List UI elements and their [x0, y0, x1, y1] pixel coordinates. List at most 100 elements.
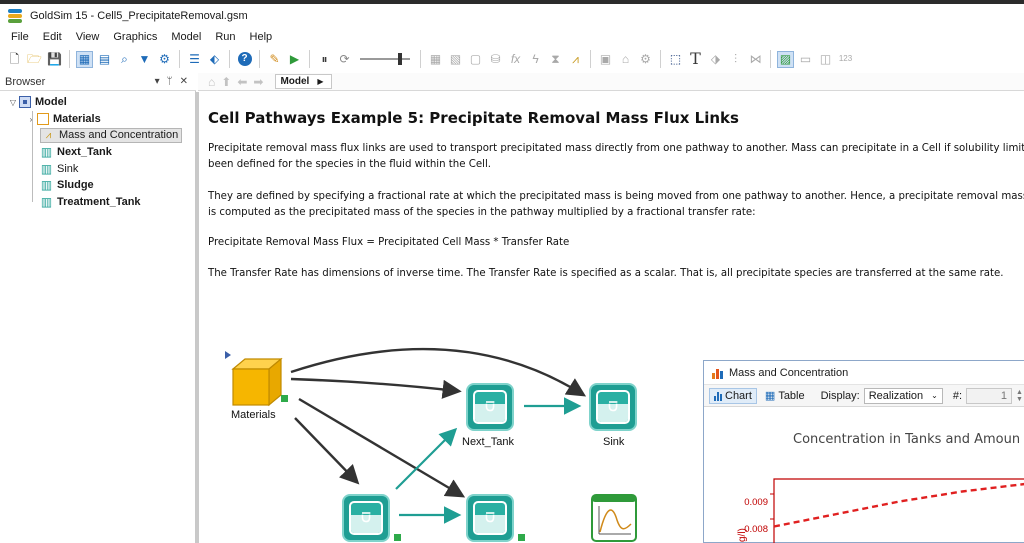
result-chart-element[interactable] [591, 494, 637, 543]
browser-tree: ▽ Model › Materials ⩘ Mass and Concentra… [0, 91, 196, 543]
options-gear-icon[interactable]: ⚙ [156, 51, 173, 68]
graphics-nav-bar: ⌂ ⬆ ⬅ ➡ Model ▶ [198, 73, 1024, 91]
new-file-icon[interactable]: 🗋 [6, 51, 23, 68]
tab-chart-label: Chart [725, 389, 752, 402]
pause-icon[interactable]: ⏸ [316, 51, 333, 68]
cell-tank-icon: ▥ [40, 195, 53, 209]
shapes-icon[interactable]: ⬗ [707, 51, 724, 68]
spinner-icon[interactable]: ▲ ▼ [1016, 389, 1023, 403]
browser-close-icon[interactable]: ✕ [180, 76, 188, 87]
cell-pathway-icon: ⩂ [466, 494, 514, 542]
filter-icon[interactable]: ▼ [136, 51, 153, 68]
menu-view[interactable]: View [69, 31, 107, 43]
chart-title: Concentration in Tanks and Amoun [793, 432, 1021, 447]
browser-title: Browser [5, 75, 46, 88]
tree-item-model[interactable]: ▽ Model [8, 94, 67, 110]
forward-arrow-icon[interactable]: ➡ [253, 75, 263, 89]
bank-icon[interactable]: ⌂ [617, 51, 634, 68]
run-speed-slider[interactable] [360, 52, 410, 66]
bar-chart-icon [712, 367, 723, 379]
chart-window-toolbar: Chart ▦ Table Display: Realization ⌄ #: … [704, 385, 1024, 407]
toolbar-separator [660, 50, 661, 68]
select-frame-icon[interactable]: ⬚ [667, 51, 684, 68]
up-arrow-icon[interactable]: ⬆ [221, 75, 231, 89]
materials-label: Materials [231, 409, 276, 421]
database-icon[interactable]: ⛁ [487, 51, 504, 68]
toolbar-separator [179, 50, 180, 68]
save-icon[interactable]: 💾 [46, 51, 63, 68]
align-icon[interactable]: ⫶ [727, 51, 744, 68]
edit-data-icon[interactable]: ▧ [447, 51, 464, 68]
window-icon[interactable]: ▭ [797, 51, 814, 68]
grid-icon[interactable]: ▦ [427, 51, 444, 68]
list-icon[interactable]: ☰ [186, 51, 203, 68]
tree-item-label: Mass and Concentration [59, 129, 179, 141]
expand-arrow-icon[interactable]: › [26, 115, 36, 124]
breadcrumb-model[interactable]: Model [280, 76, 309, 87]
graphics-pane-icon[interactable]: ▨ [777, 50, 794, 68]
panel-icon[interactable]: ◫ [817, 51, 834, 68]
cell-pathway-icon: ⩂ [466, 383, 514, 431]
realization-number-input[interactable]: 1 [966, 387, 1013, 404]
find-icon[interactable]: ⌕ [116, 51, 133, 68]
chart-window-title: Mass and Concentration [729, 366, 849, 379]
menu-file[interactable]: File [4, 31, 36, 43]
window-title: GoldSim 15 - Cell5_PrecipitateRemoval.gs… [30, 10, 248, 22]
document-dim-icon[interactable]: ▢ [467, 51, 484, 68]
edit-mode-icon[interactable]: ✎ [266, 51, 283, 68]
reset-icon[interactable]: ⟳ [336, 51, 353, 68]
menu-graphics[interactable]: Graphics [106, 31, 164, 43]
browser-dropdown-icon[interactable]: ▾ [155, 76, 160, 87]
output-port-icon [281, 395, 288, 402]
collapse-arrow-icon[interactable]: ▽ [8, 98, 18, 107]
toolbar-separator [229, 50, 230, 68]
y-tick-label-0: 0.009 [744, 497, 768, 508]
next-tank-element[interactable]: ⩂ [466, 383, 514, 431]
model-container-icon [18, 96, 31, 109]
tab-chart[interactable]: Chart [709, 387, 757, 404]
output-port-icon [518, 534, 525, 541]
settings-dim-icon[interactable]: ⚙ [637, 51, 654, 68]
display-dropdown[interactable]: Realization ⌄ [863, 387, 943, 404]
tab-table[interactable]: ▦ Table [761, 388, 809, 403]
tree-item-next-tank[interactable]: ▥ Next_Tank [40, 144, 112, 160]
materials-to-next-tank-link [290, 377, 462, 399]
menu-model[interactable]: Model [164, 31, 208, 43]
sludge-element[interactable]: ⩂ [466, 494, 525, 542]
tag-icon[interactable]: ⬖ [206, 51, 223, 68]
function-icon[interactable]: fx [507, 51, 524, 68]
document-icon[interactable]: ▤ [96, 51, 113, 68]
event-icon[interactable]: ϟ [527, 51, 544, 68]
run-play-icon[interactable]: ▶ [286, 51, 303, 68]
chart-window-titlebar[interactable]: Mass and Concentration [704, 361, 1024, 385]
browser-pin-icon[interactable]: ᛘ [167, 76, 173, 87]
back-arrow-icon[interactable]: ⬅ [237, 75, 247, 89]
help-icon[interactable]: ? [236, 51, 253, 68]
tree-item-mass-and-concentration[interactable]: ⩘ Mass and Concentration [40, 127, 183, 143]
menu-edit[interactable]: Edit [36, 31, 69, 43]
connector-icon[interactable]: ⋈ [747, 51, 764, 68]
breadcrumb[interactable]: Model ▶ [275, 74, 333, 89]
title-bar: GoldSim 15 - Cell5_PrecipitateRemoval.gs… [0, 4, 1024, 28]
treatment-tank-element[interactable]: ⩂ [342, 494, 401, 542]
tree-item-sludge[interactable]: ▥ Sludge [40, 177, 94, 193]
breadcrumb-chevron-icon[interactable]: ▶ [317, 77, 323, 86]
menu-help[interactable]: Help [243, 31, 280, 43]
result-chart-icon[interactable]: ⩘ [567, 51, 584, 68]
chevron-down-icon: ⌄ [931, 391, 938, 400]
tree-item-materials[interactable]: › Materials [26, 111, 101, 127]
main-toolbar: 🗋 🗁 💾 ▦ ▤ ⌕ ▼ ⚙ ☰ ⬖ ? ✎ ▶ ⏸ ⟳ ▦ ▧ ▢ ⛁ fx… [0, 47, 1024, 71]
open-folder-icon[interactable]: 🗁 [26, 51, 43, 68]
tree-item-sink[interactable]: ▥ Sink [40, 161, 79, 177]
timer-icon[interactable]: ⧗ [547, 51, 564, 68]
menu-run[interactable]: Run [208, 31, 242, 43]
sink-element[interactable]: ⩂ [589, 383, 637, 431]
tree-item-treatment-tank[interactable]: ▥ Treatment_Tank [40, 194, 141, 210]
materials-to-sink-link [290, 347, 587, 397]
container-icon[interactable]: ▣ [597, 51, 614, 68]
toolbar-separator [309, 50, 310, 68]
numeric-icon[interactable]: 123 [837, 51, 854, 68]
browser-toggle-icon[interactable]: ▦ [76, 50, 93, 68]
text-tool-icon[interactable]: T [687, 51, 704, 68]
home-icon[interactable]: ⌂ [208, 75, 215, 89]
